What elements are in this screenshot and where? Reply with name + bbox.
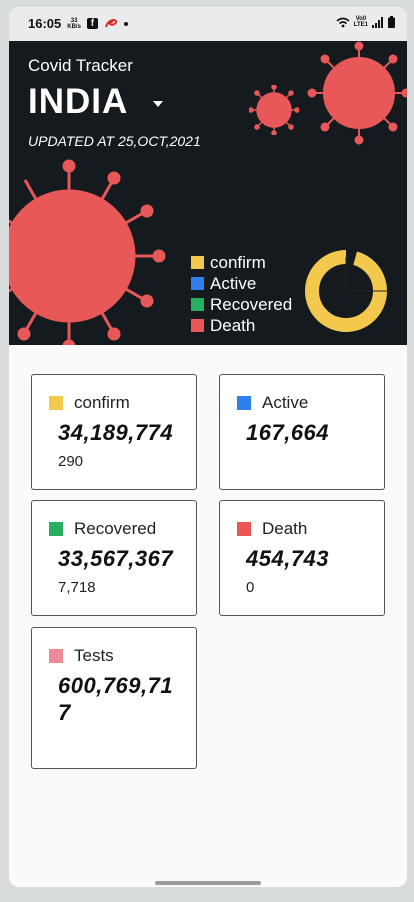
updated-date: UPDATED AT 25,OCT,2021 [28, 133, 201, 149]
stat-card-tests[interactable]: Tests 600,769,71 7 [31, 627, 197, 769]
chart-legend: confirm Active Recovered Death [191, 252, 292, 336]
status-time: 16:05 [28, 16, 62, 31]
legend-swatch [191, 298, 204, 311]
stat-card-confirm[interactable]: confirm 34,189,774 290 [31, 374, 197, 490]
virus-illustration [307, 41, 407, 145]
signal-icon [372, 16, 383, 28]
gesture-home-bar[interactable] [155, 881, 261, 885]
donut-chart [305, 248, 389, 332]
card-label: Active [262, 393, 309, 412]
card-value: 454,743 [246, 546, 330, 571]
facebook-icon: f [86, 18, 98, 29]
airtel-icon [104, 18, 118, 27]
color-swatch [237, 396, 251, 410]
stat-card-active[interactable]: Active 167,664 [219, 374, 385, 490]
network-speed: 33 KB/s [67, 17, 81, 30]
card-delta: 0 [246, 579, 255, 596]
card-value: 167,664 [246, 420, 330, 445]
color-swatch [49, 649, 63, 663]
stat-card-recovered[interactable]: Recovered 33,567,367 7,718 [31, 500, 197, 616]
phone-screen: 16:05 33 KB/s f Vo0 LTE1 Covid Tracker I… [9, 7, 407, 887]
virus-illustration [9, 159, 166, 345]
card-label: Death [262, 519, 308, 538]
legend-swatch [191, 319, 204, 332]
card-delta: 290 [58, 453, 84, 470]
battery-icon [388, 16, 395, 28]
color-swatch [237, 522, 251, 536]
card-value: 33,567,367 [58, 546, 174, 571]
legend-item-confirm: confirm [191, 252, 292, 273]
card-label: confirm [74, 393, 130, 412]
card-delta: 7,718 [58, 579, 96, 596]
card-value: 34,189,774 [58, 420, 174, 445]
country-selector[interactable]: INDIA [28, 82, 128, 122]
header-banner: Covid Tracker INDIA UPDATED AT 25,OCT,20… [9, 41, 407, 345]
volte-indicator: Vo0 LTE1 [353, 16, 368, 28]
legend-item-active: Active [191, 273, 292, 294]
legend-item-death: Death [191, 315, 292, 336]
color-swatch [49, 522, 63, 536]
legend-item-recovered: Recovered [191, 294, 292, 315]
card-label: Recovered [74, 519, 157, 538]
notification-dot [123, 21, 128, 26]
card-label: Tests [74, 646, 114, 665]
virus-illustration [249, 85, 299, 135]
legend-swatch [191, 256, 204, 269]
color-swatch [49, 396, 63, 410]
status-bar: 16:05 33 KB/s f Vo0 LTE1 [9, 7, 407, 41]
app-title: Covid Tracker [28, 56, 133, 75]
dropdown-caret-icon[interactable] [153, 101, 163, 107]
legend-swatch [191, 277, 204, 290]
card-value: 600,769,71 7 [58, 673, 174, 725]
wifi-icon [336, 17, 350, 27]
stat-card-death[interactable]: Death 454,743 0 [219, 500, 385, 616]
